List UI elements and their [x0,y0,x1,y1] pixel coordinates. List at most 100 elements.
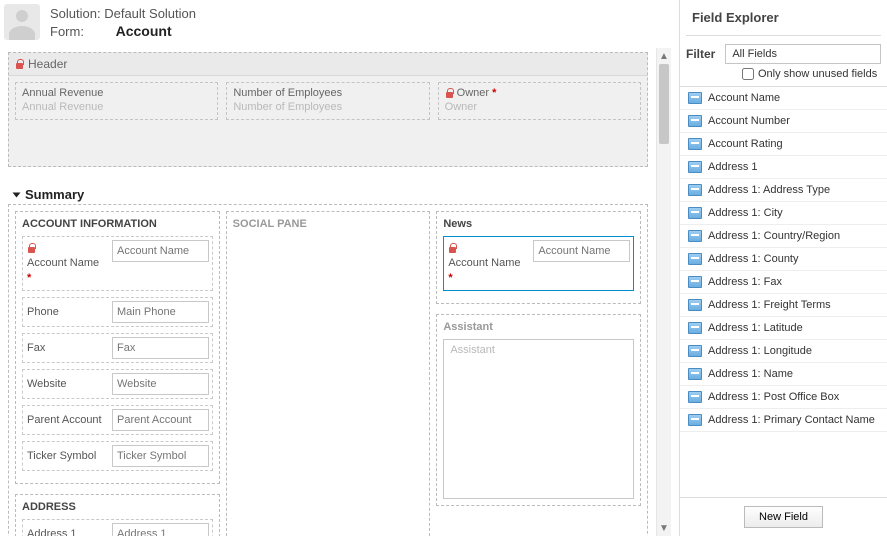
field-icon [688,322,702,334]
new-field-button[interactable]: New Field [744,506,823,528]
field-icon [688,115,702,127]
field-input[interactable] [112,240,209,262]
field-icon [688,138,702,150]
field-explorer-item-label: Account Name [708,92,780,104]
field-explorer-item[interactable]: Address 1: Freight Terms [680,294,887,317]
field-label: Website [27,378,67,390]
form-field[interactable]: Address 1 [22,519,213,536]
field-input[interactable] [112,337,209,359]
form-field[interactable]: Fax [22,333,213,363]
field-icon [688,299,702,311]
entity-avatar [4,4,40,40]
form-field[interactable]: Account Name* [22,236,213,291]
field-input[interactable] [112,445,209,467]
field-explorer-item[interactable]: Account Name [680,87,887,110]
section-title: Assistant [443,321,634,333]
field-label: Account Name [448,257,520,269]
field-explorer-item[interactable]: Address 1: Longitude [680,340,887,363]
field-explorer-item[interactable]: Address 1: Country/Region [680,225,887,248]
tab-title[interactable]: Summary [4,179,652,204]
field-label: Owner [457,87,489,99]
field-explorer-item-label: Account Number [708,115,790,127]
header-field-cell[interactable]: Annual Revenue Annual Revenue [15,82,218,120]
form-header-bar: Solution: Default Solution Form: Account [4,0,671,48]
field-input[interactable] [112,301,209,323]
header-field-cell[interactable]: Owner*Owner [438,82,641,120]
section-assistant[interactable]: Assistant Assistant [436,314,641,506]
scroll-up-arrow[interactable]: ▲ [657,48,671,64]
field-explorer-list[interactable]: Account Name Account Number Account Rating… [680,86,887,497]
field-explorer-item[interactable]: Address 1: Latitude [680,317,887,340]
header-field-cell[interactable]: Number of EmployeesNumber of Employees [226,82,429,120]
field-explorer-item[interactable]: Address 1: City [680,202,887,225]
field-icon [688,414,702,426]
section-address[interactable]: ADDRESS Address 1 [15,494,220,536]
field-label: Parent Account [27,414,102,426]
assistant-placeholder: Assistant [443,339,634,499]
field-explorer-item-label: Address 1: Post Office Box [708,391,839,403]
chevron-down-icon [13,192,21,197]
field-explorer-item[interactable]: Address 1 [680,156,887,179]
field-explorer-item-label: Account Rating [708,138,783,150]
field-explorer-item[interactable]: Account Rating [680,133,887,156]
form-field[interactable]: Parent Account [22,405,213,435]
field-input[interactable] [112,373,209,395]
field-explorer-item-label: Address 1: Address Type [708,184,830,196]
solution-name: Default Solution [104,6,196,21]
section-social-pane[interactable]: SOCIAL PANE [226,211,431,536]
field-explorer-panel: Field Explorer Filter All Fields Only sh… [679,0,887,536]
field-explorer-item-label: Address 1: Fax [708,276,782,288]
field-label: Account Name [27,257,99,269]
field-input[interactable] [112,409,209,431]
field-explorer-item-label: Address 1: Name [708,368,793,380]
lock-icon [27,243,36,254]
field-explorer-item-label: Address 1: Freight Terms [708,299,831,311]
section-news[interactable]: News Account Name * [436,211,641,304]
field-icon [688,161,702,173]
form-field[interactable]: Account Name * [443,236,634,291]
field-explorer-item-label: Address 1: Primary Contact Name [708,414,875,426]
form-label: Form: [50,24,112,39]
field-explorer-item[interactable]: Address 1: Address Type [680,179,887,202]
field-input[interactable] [533,240,630,262]
canvas-scrollbar[interactable]: ▲ ▼ [656,48,671,536]
section-title: News [443,218,634,230]
field-placeholder: Annual Revenue [22,101,211,113]
field-icon [688,184,702,196]
field-explorer-item-label: Address 1: Longitude [708,345,812,357]
form-field[interactable]: Phone [22,297,213,327]
lock-icon [15,59,24,70]
field-explorer-item[interactable]: Address 1: Name [680,363,887,386]
field-input[interactable] [112,523,209,536]
field-placeholder: Owner [445,101,634,113]
form-field[interactable]: Ticker Symbol [22,441,213,471]
solution-label: Solution: [50,6,101,21]
section-account-information[interactable]: ACCOUNT INFORMATION Account Name* Phone Fa… [15,211,220,484]
form-header-section[interactable]: Header Annual Revenue Annual Revenue Numbe… [8,52,648,167]
filter-label: Filter [686,47,715,61]
field-label: Annual Revenue [22,87,103,99]
form-canvas[interactable]: Header Annual Revenue Annual Revenue Numbe… [4,48,656,536]
required-star: * [448,272,452,284]
only-unused-checkbox[interactable] [742,68,754,80]
form-field[interactable]: Website [22,369,213,399]
field-explorer-item[interactable]: Address 1: Fax [680,271,887,294]
field-explorer-item[interactable]: Address 1: Post Office Box [680,386,887,409]
field-icon [688,368,702,380]
scroll-thumb[interactable] [659,64,669,144]
required-star: * [492,87,496,99]
field-explorer-item-label: Address 1: County [708,253,799,265]
field-icon [688,391,702,403]
tab-body: ACCOUNT INFORMATION Account Name * Phone Fa… [8,204,648,536]
header-title: Header [28,57,67,71]
filter-select[interactable]: All Fields [725,44,881,64]
field-label: Address 1 [27,528,77,536]
scroll-down-arrow[interactable]: ▼ [657,520,671,536]
field-explorer-item[interactable]: Account Number [680,110,887,133]
field-explorer-item[interactable]: Address 1: County [680,248,887,271]
section-title: ACCOUNT INFORMATION [22,218,213,230]
field-explorer-item[interactable]: Address 1: Primary Contact Name [680,409,887,432]
field-label: Ticker Symbol [27,450,96,462]
column-1: ACCOUNT INFORMATION Account Name* Phone Fa… [15,211,220,536]
field-explorer-item-label: Address 1: City [708,207,783,219]
